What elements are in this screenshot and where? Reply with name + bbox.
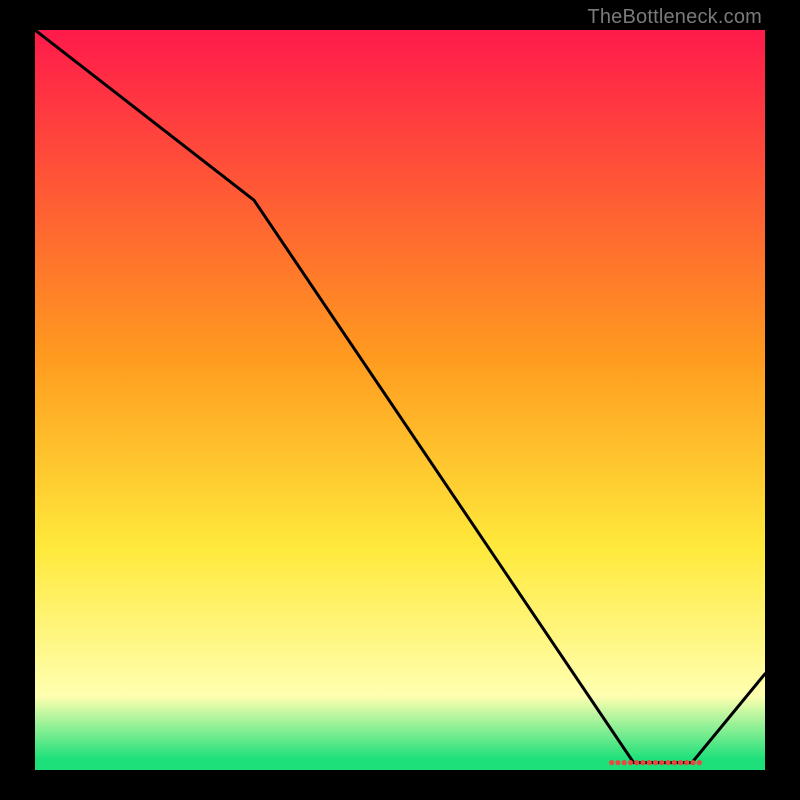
plateau-marker — [634, 760, 639, 765]
plateau-marker — [659, 760, 664, 765]
plateau-marker — [690, 760, 695, 765]
attribution-label: TheBottleneck.com — [587, 6, 762, 29]
plateau-marker — [609, 760, 614, 765]
plateau-marker — [684, 760, 689, 765]
chart-stage: TheBottleneck.com — [0, 0, 800, 800]
plateau-marker — [622, 760, 627, 765]
plateau-marker — [628, 760, 633, 765]
plateau-marker — [615, 760, 620, 765]
plateau-marker — [653, 760, 658, 765]
plot-area — [35, 30, 765, 770]
plateau-marker — [647, 760, 652, 765]
plateau-marker — [697, 760, 702, 765]
plateau-marker — [672, 760, 677, 765]
plateau-marker — [678, 760, 683, 765]
plateau-marker — [640, 760, 645, 765]
chart-line-layer — [35, 30, 765, 770]
plateau-markers — [609, 760, 702, 765]
bottleneck-curve — [35, 30, 765, 763]
plateau-marker — [665, 760, 670, 765]
